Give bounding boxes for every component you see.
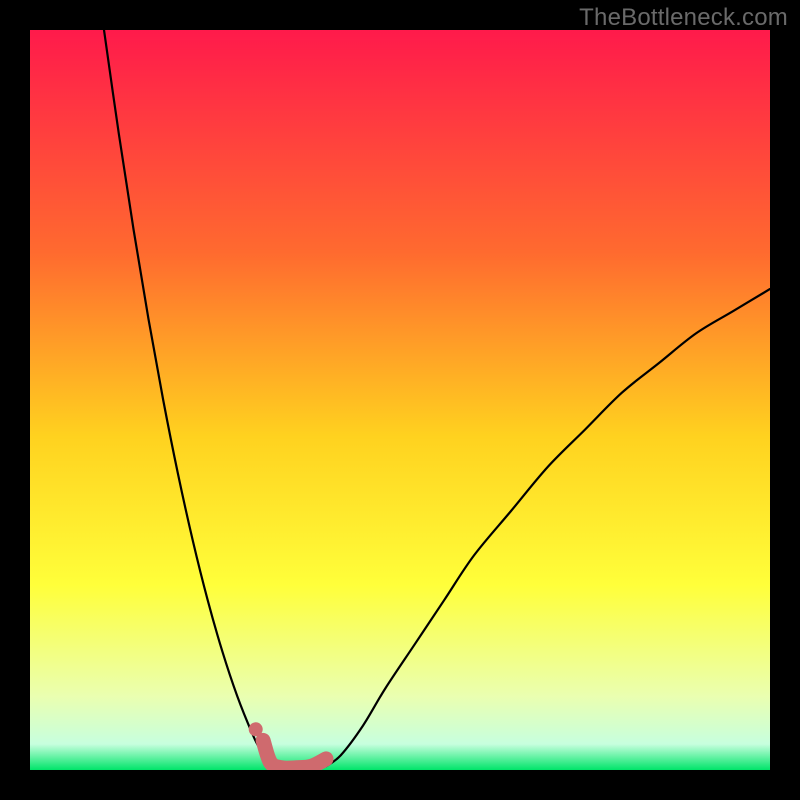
plot-area (30, 30, 770, 770)
chart-svg (30, 30, 770, 770)
series-highlight-dot (249, 722, 263, 736)
outer-frame: TheBottleneck.com (0, 0, 800, 800)
gradient-background (30, 30, 770, 770)
watermark-text: TheBottleneck.com (579, 4, 788, 32)
